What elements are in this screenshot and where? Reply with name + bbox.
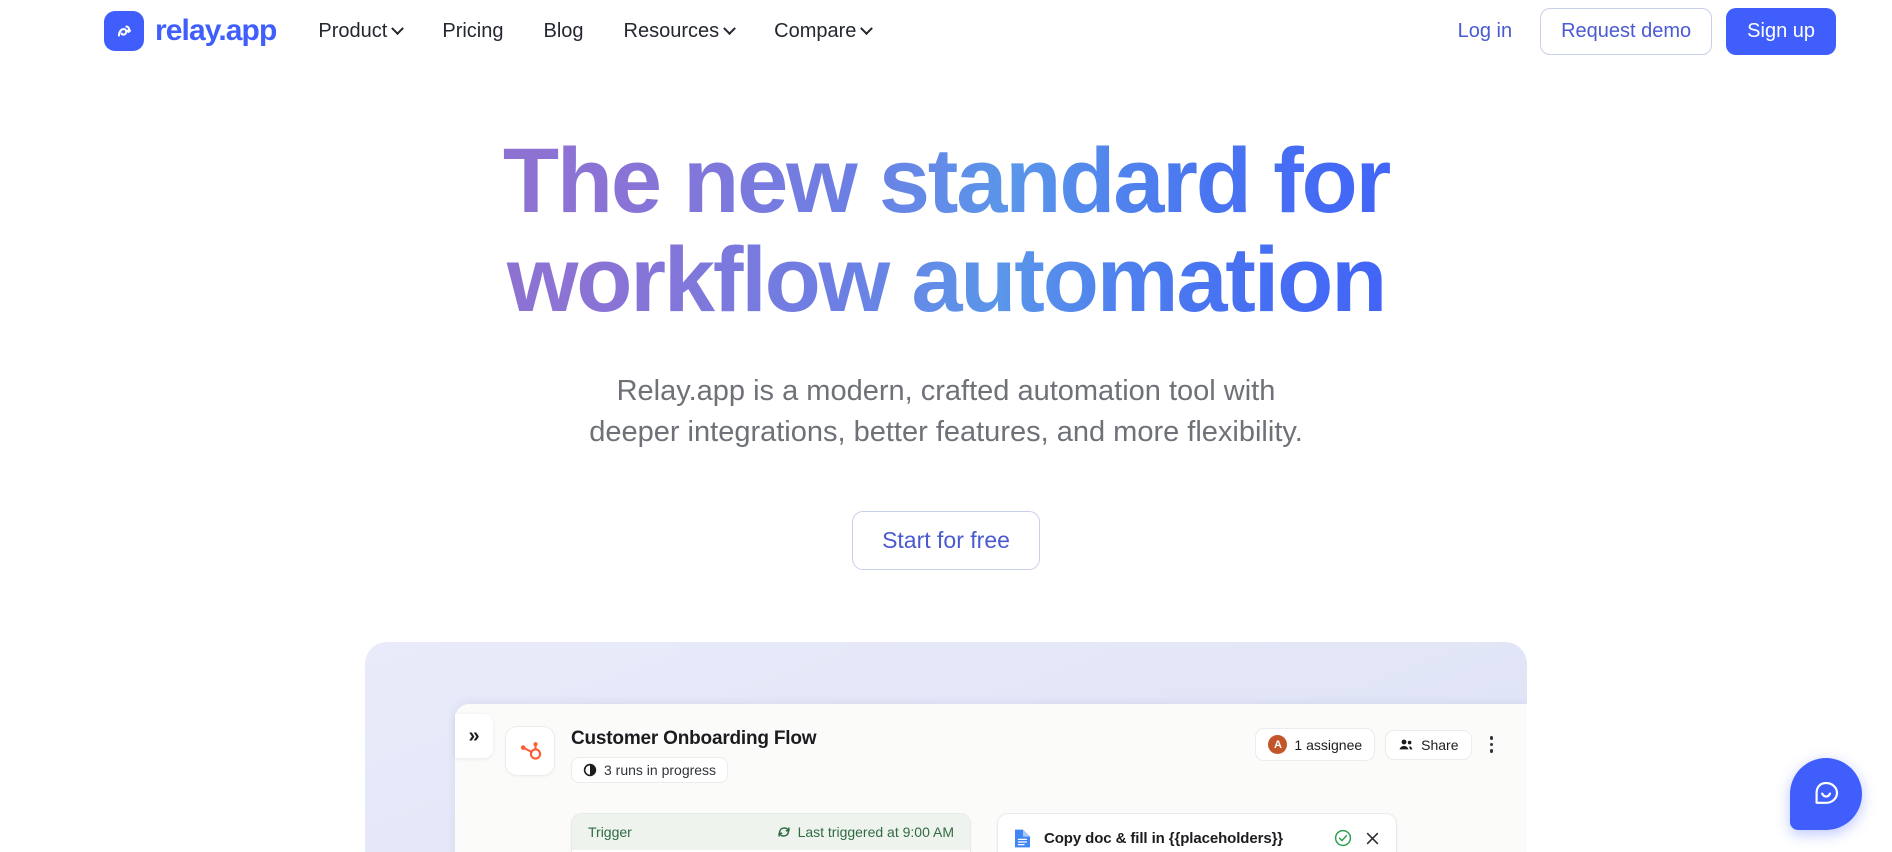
chevron-down-icon — [860, 21, 874, 35]
nav-item-resources[interactable]: Resources — [623, 19, 737, 43]
assignee-button[interactable]: A 1 assignee — [1255, 728, 1376, 762]
login-link[interactable]: Log in — [1444, 20, 1527, 43]
nav-item-pricing[interactable]: Pricing — [442, 20, 503, 43]
chevron-down-icon — [723, 21, 737, 35]
close-icon[interactable] — [1364, 830, 1381, 847]
nav-item-product[interactable]: Product — [318, 19, 405, 43]
workflow-step-actions — [1334, 829, 1381, 847]
hero-subtitle-line-1: Relay.app is a modern, crafted automatio… — [616, 374, 1276, 407]
sidebar-collapse-button[interactable]: » — [455, 714, 493, 759]
check-circle-icon[interactable] — [1334, 829, 1352, 847]
share-label: Share — [1421, 736, 1459, 753]
hero-title-line-1: The new standard for — [502, 130, 1390, 232]
relay-logo-icon — [104, 11, 144, 51]
trigger-label: Trigger — [588, 824, 632, 841]
google-docs-icon — [1015, 829, 1030, 847]
chat-widget-button[interactable] — [1790, 758, 1862, 830]
workflow-step-card[interactable]: Copy doc & fill in {{placeholders}} — [997, 813, 1397, 852]
workflow-title: Customer Onboarding Flow — [571, 728, 817, 750]
people-icon — [1399, 739, 1413, 749]
brand-name: relay.app — [155, 14, 277, 47]
chevron-down-icon — [391, 21, 405, 35]
assignee-label: 1 assignee — [1294, 736, 1363, 753]
brand-logo[interactable]: relay.app — [104, 11, 277, 51]
nav-actions: Log in Request demo Sign up — [1444, 7, 1836, 55]
nav-item-blog-label: Blog — [543, 19, 584, 42]
refresh-icon — [777, 827, 790, 837]
sign-up-button[interactable]: Sign up — [1726, 7, 1836, 55]
nav-item-blog[interactable]: Blog — [544, 20, 584, 43]
trigger-status-label: Last triggered at 9:00 AM — [797, 824, 954, 841]
primary-nav-links: Product Pricing Blog Resources Compare — [318, 19, 874, 43]
trigger-status: Last triggered at 9:00 AM — [777, 824, 954, 840]
workflow-header: Customer Onboarding Flow 3 runs in progr… — [455, 722, 1527, 784]
share-button[interactable]: Share — [1385, 729, 1472, 760]
trigger-card-header: Trigger Last triggered at 9:00 AM — [572, 814, 970, 851]
half-circle-progress-icon — [583, 763, 597, 777]
request-demo-button[interactable]: Request demo — [1540, 7, 1713, 55]
hero-title-line-2: workflow automation — [506, 229, 1386, 332]
workflow-body: Trigger Last triggered at 9:00 AM Copy d… — [455, 783, 1527, 852]
nav-item-pricing-label: Pricing — [442, 19, 504, 42]
hubspot-icon — [505, 726, 555, 777]
hero-subtitle: Relay.app is a modern, crafted automatio… — [0, 371, 1892, 453]
hero-cta-container: Start for free — [0, 511, 1892, 571]
workflow-step-label: Copy doc & fill in {{placeholders}} — [1044, 829, 1284, 847]
page-title: The new standard for workflow automation — [446, 132, 1446, 331]
start-for-free-button[interactable]: Start for free — [852, 511, 1040, 571]
hero-section: The new standard for workflow automation… — [0, 62, 1892, 571]
nav-item-compare[interactable]: Compare — [774, 19, 874, 43]
nav-item-compare-label: Compare — [774, 19, 857, 42]
workflow-meta: Customer Onboarding Flow 3 runs in progr… — [571, 726, 817, 784]
nav-item-product-label: Product — [318, 19, 388, 42]
app-window: » Customer Onboarding Flow 3 runs in pro… — [455, 704, 1527, 852]
hero-subtitle-line-2: deeper integrations, better features, an… — [589, 415, 1303, 448]
kebab-menu-icon[interactable] — [1482, 730, 1502, 759]
avatar: A — [1268, 735, 1288, 755]
top-navigation-bar: relay.app Product Pricing Blog Resources… — [0, 0, 1892, 62]
runs-status-badge[interactable]: 3 runs in progress — [571, 757, 729, 784]
trigger-card[interactable]: Trigger Last triggered at 9:00 AM — [571, 813, 971, 852]
chat-bubble-smile-icon — [1815, 781, 1839, 804]
workflow-header-actions: A 1 assignee Share — [1255, 726, 1502, 762]
runs-status-label: 3 runs in progress — [604, 762, 717, 779]
double-chevron-right-icon: » — [468, 725, 480, 748]
app-preview-container: » Customer Onboarding Flow 3 runs in pro… — [365, 642, 1527, 852]
nav-item-resources-label: Resources — [623, 19, 720, 42]
